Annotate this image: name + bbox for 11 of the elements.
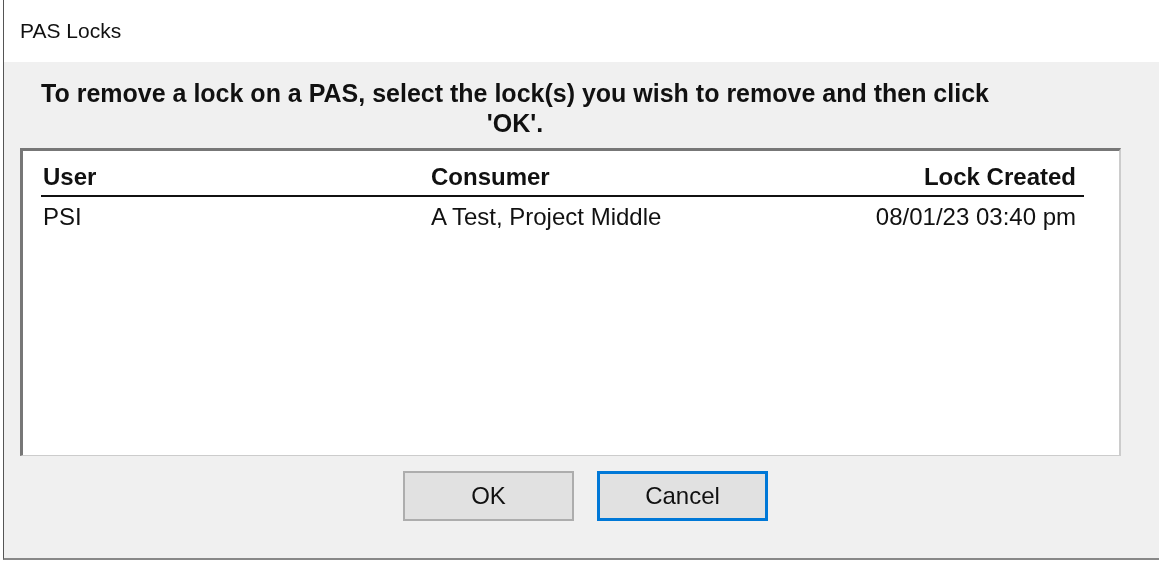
column-header: Lock Created xyxy=(922,163,1077,191)
column-header: Consumer xyxy=(430,163,551,191)
window-title: PAS Locks xyxy=(20,19,122,43)
ok-button[interactable]: OK xyxy=(403,471,574,521)
table-cell[interactable]: PSI xyxy=(41,203,429,231)
column-header: User xyxy=(42,163,98,191)
lock-list[interactable]: User Consumer Lock Created PSI A Test, Project Middle 08/01/23 03:40 pm xyxy=(20,148,1121,456)
instruction-text: To remove a lock on a PAS, select the lock(s) you wish to remove and then click 'OK'. xyxy=(41,79,989,137)
table-cell[interactable]: 08/01/23 03:40 pm xyxy=(749,203,1084,231)
cancel-button[interactable]: Cancel xyxy=(597,471,768,521)
table-cell[interactable]: A Test, Project Middle xyxy=(429,203,749,231)
